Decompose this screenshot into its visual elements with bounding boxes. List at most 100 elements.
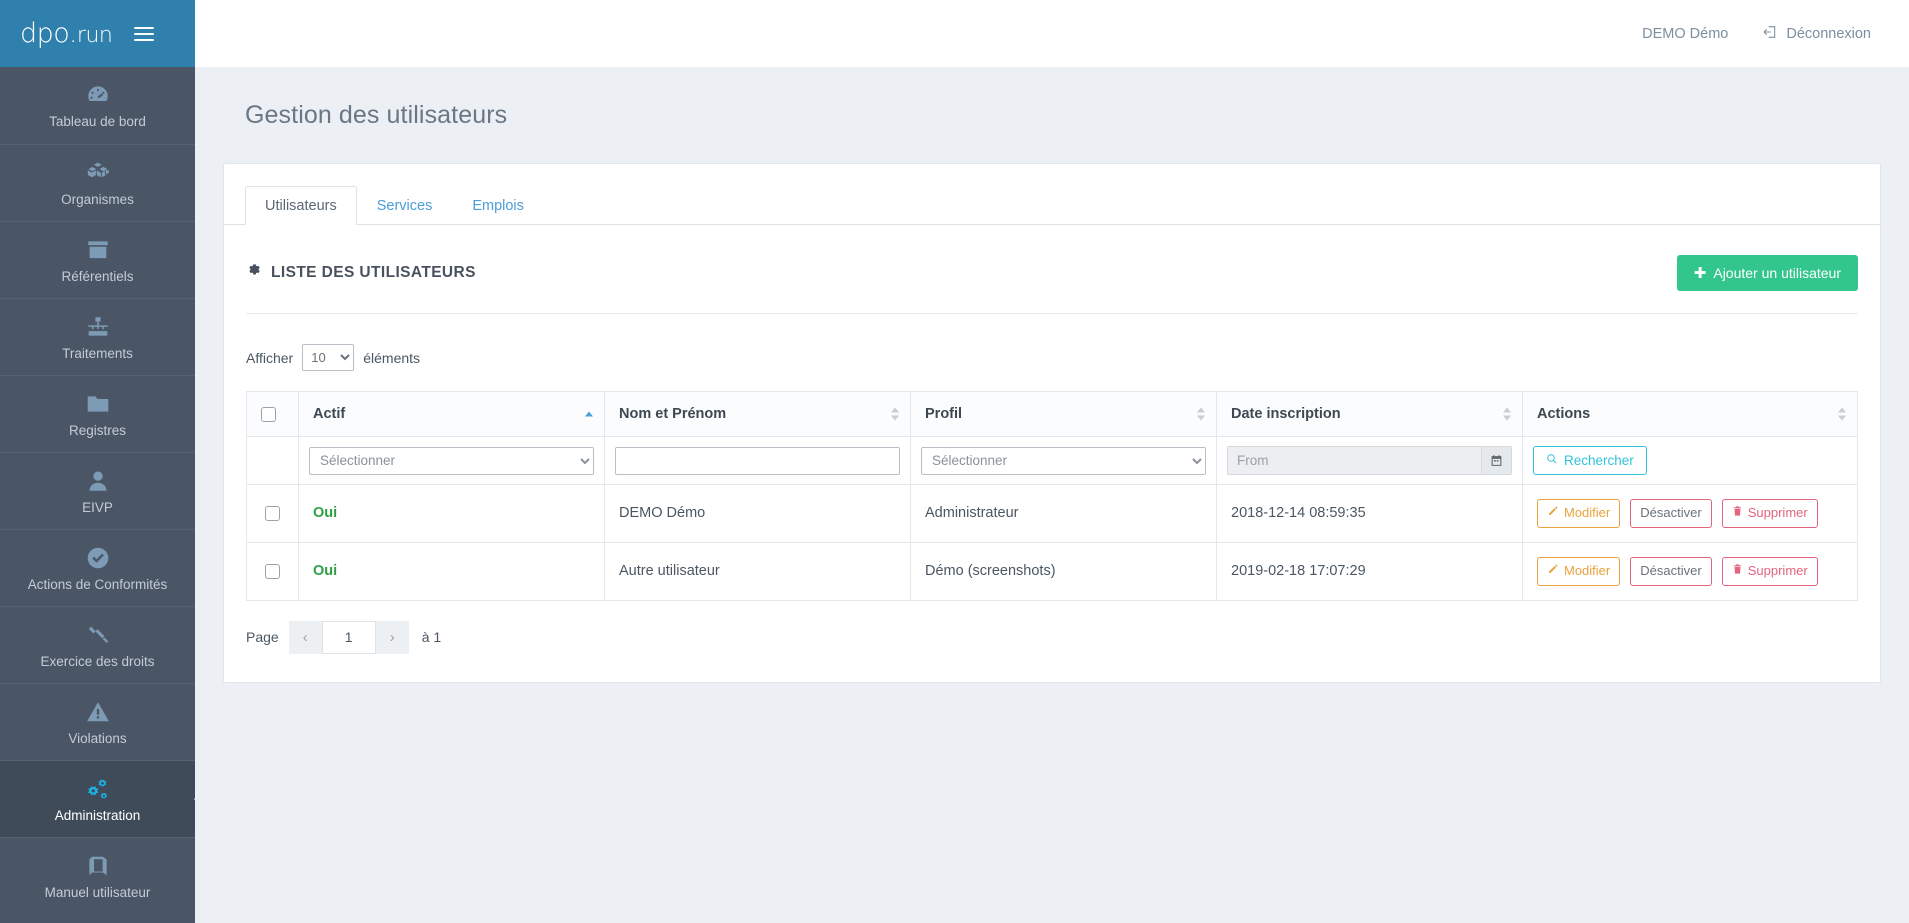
panel-heading: LISTE DES UTILISATEURS	[246, 263, 476, 284]
date-filter-group	[1227, 446, 1512, 475]
cell-actif: Oui	[298, 484, 605, 543]
sidebar: dpo.run Tableau de bord Organismes Référ…	[0, 0, 195, 923]
search-button[interactable]: Rechercher	[1533, 446, 1647, 475]
page-length-select[interactable]: 10 25 50 100	[302, 344, 355, 371]
panel-header: LISTE DES UTILISATEURS ✚ Ajouter un util…	[246, 247, 1858, 314]
trash-icon	[1732, 563, 1743, 580]
sidebar-item-exercice-des-droits[interactable]: Exercice des droits	[0, 606, 195, 683]
filter-cell-date	[1216, 436, 1523, 485]
logout-icon	[1762, 24, 1778, 44]
filter-actif-select[interactable]: Sélectionner Oui Non	[309, 446, 594, 475]
sidebar-item-label: EIVP	[82, 499, 113, 515]
delete-button[interactable]: Supprimer	[1721, 499, 1818, 528]
pagination-next-button[interactable]: ›	[375, 620, 409, 654]
pagination-page-input[interactable]	[321, 620, 376, 654]
disable-button[interactable]: Désactiver	[1630, 556, 1712, 586]
book-icon	[85, 853, 111, 879]
cell-date: 2019-02-18 17:07:29	[1216, 541, 1523, 601]
panel-body: LISTE DES UTILISATEURS ✚ Ajouter un util…	[224, 225, 1880, 682]
filter-cell-nom	[604, 436, 911, 485]
column-header-actif[interactable]: Actif	[298, 391, 605, 437]
filter-cell-empty	[246, 436, 299, 485]
logout-button[interactable]: Déconnexion	[1762, 24, 1871, 44]
active-status-badge: Oui	[313, 505, 338, 522]
brand-header: dpo.run	[0, 0, 195, 67]
user-icon	[85, 468, 111, 494]
filter-date-input[interactable]	[1227, 446, 1481, 475]
hamburger-menu-icon[interactable]	[134, 23, 155, 45]
sidebar-item-actions-de-conformites[interactable]: Actions de Conformités	[0, 529, 195, 606]
add-user-button[interactable]: ✚ Ajouter un utilisateur	[1676, 255, 1858, 291]
check-circle-icon	[85, 545, 111, 571]
row-select-cell	[246, 484, 299, 543]
cell-nom: DEMO Démo	[604, 484, 911, 543]
sidebar-item-eivp[interactable]: EIVP	[0, 452, 195, 529]
column-header-nom-et-prenom[interactable]: Nom et Prénom	[604, 391, 911, 437]
edit-label: Modifier	[1564, 505, 1611, 520]
row-checkbox[interactable]	[265, 564, 280, 579]
tab-emplois[interactable]: Emplois	[452, 186, 544, 225]
filter-profil-select[interactable]: Sélectionner Administrateur Démo (screen…	[921, 446, 1206, 475]
sidebar-item-label: Traitements	[62, 345, 133, 361]
header-row: Actif Nom et Prénom Profil Date inscript…	[246, 391, 1858, 437]
pagination: Page ‹ › à 1	[246, 620, 1858, 654]
filter-cell-actif: Sélectionner Oui Non	[298, 436, 605, 485]
sidebar-item-traitements[interactable]: Traitements	[0, 298, 195, 375]
select-all-checkbox[interactable]	[261, 406, 276, 422]
sidebar-item-manuel-utilisateur[interactable]: Manuel utilisateur	[0, 837, 195, 914]
tab-utilisateurs[interactable]: Utilisateurs	[245, 186, 357, 225]
filter-nom-input[interactable]	[615, 446, 900, 475]
users-table: Actif Nom et Prénom Profil Date inscript…	[246, 391, 1858, 601]
disable-button[interactable]: Désactiver	[1630, 499, 1712, 528]
plus-icon: ✚	[1693, 264, 1707, 282]
sidebar-item-violations[interactable]: Violations	[0, 683, 195, 760]
sidebar-item-label: Actions de Conformités	[27, 576, 168, 592]
tab-bar: Utilisateurs Services Emplois	[223, 164, 1881, 225]
delete-button[interactable]: Supprimer	[1721, 556, 1818, 586]
edit-button[interactable]: Modifier	[1537, 499, 1621, 528]
pencil-icon	[1547, 505, 1559, 522]
active-status-badge: Oui	[313, 563, 338, 580]
length-menu-suffix: éléments	[363, 349, 421, 366]
pencil-icon	[1547, 563, 1559, 580]
sidebar-item-label: Administration	[54, 807, 141, 823]
row-checkbox[interactable]	[265, 506, 280, 522]
cell-date: 2018-12-14 08:59:35	[1216, 484, 1523, 543]
column-label: Date inscription	[1231, 406, 1341, 422]
sidebar-item-tableau-de-bord[interactable]: Tableau de bord	[0, 67, 195, 144]
sidebar-item-referentiels[interactable]: Référentiels	[0, 221, 195, 298]
cell-actions: Modifier Désactiver Supprimer	[1522, 484, 1858, 543]
dashboard-icon	[85, 82, 111, 108]
edit-button[interactable]: Modifier	[1537, 556, 1621, 586]
cell-nom: Autre utilisateur	[604, 541, 911, 601]
delete-label: Supprimer	[1747, 562, 1808, 578]
trash-icon	[1732, 505, 1743, 522]
cell-profil: Démo (screenshots)	[910, 541, 1217, 601]
app-logo[interactable]: dpo.run	[20, 20, 113, 47]
logout-label: Déconnexion	[1786, 25, 1871, 42]
panel-heading-text: LISTE DES UTILISATEURS	[271, 264, 476, 281]
tab-services[interactable]: Services	[357, 186, 453, 225]
column-label: Profil	[925, 406, 963, 422]
column-header-actions[interactable]: Actions	[1522, 391, 1858, 437]
pagination-prev-button[interactable]: ‹	[288, 620, 322, 654]
sidebar-item-registres[interactable]: Registres	[0, 375, 195, 452]
row-select-cell	[246, 541, 299, 601]
sidebar-item-administration[interactable]: Administration	[0, 760, 195, 837]
table-row: Oui DEMO Démo Administrateur 2018-12-14 …	[246, 484, 1858, 543]
cogs-icon	[85, 776, 111, 802]
sort-ascending-icon	[585, 411, 593, 417]
pagination-total: à 1	[421, 629, 442, 646]
column-header-date-inscription[interactable]: Date inscription	[1216, 391, 1523, 437]
filter-cell-actions: Rechercher	[1522, 436, 1858, 485]
disable-label: Désactiver	[1640, 505, 1702, 520]
edit-label: Modifier	[1564, 562, 1611, 578]
add-user-label: Ajouter un utilisateur	[1713, 265, 1841, 281]
calendar-icon[interactable]	[1481, 446, 1512, 475]
column-header-profil[interactable]: Profil	[910, 391, 1217, 437]
gavel-icon	[85, 622, 111, 648]
sort-icon	[1838, 407, 1846, 421]
gear-icon	[246, 263, 262, 284]
sidebar-item-label: Registres	[68, 422, 127, 438]
sidebar-item-organismes[interactable]: Organismes	[0, 144, 195, 221]
